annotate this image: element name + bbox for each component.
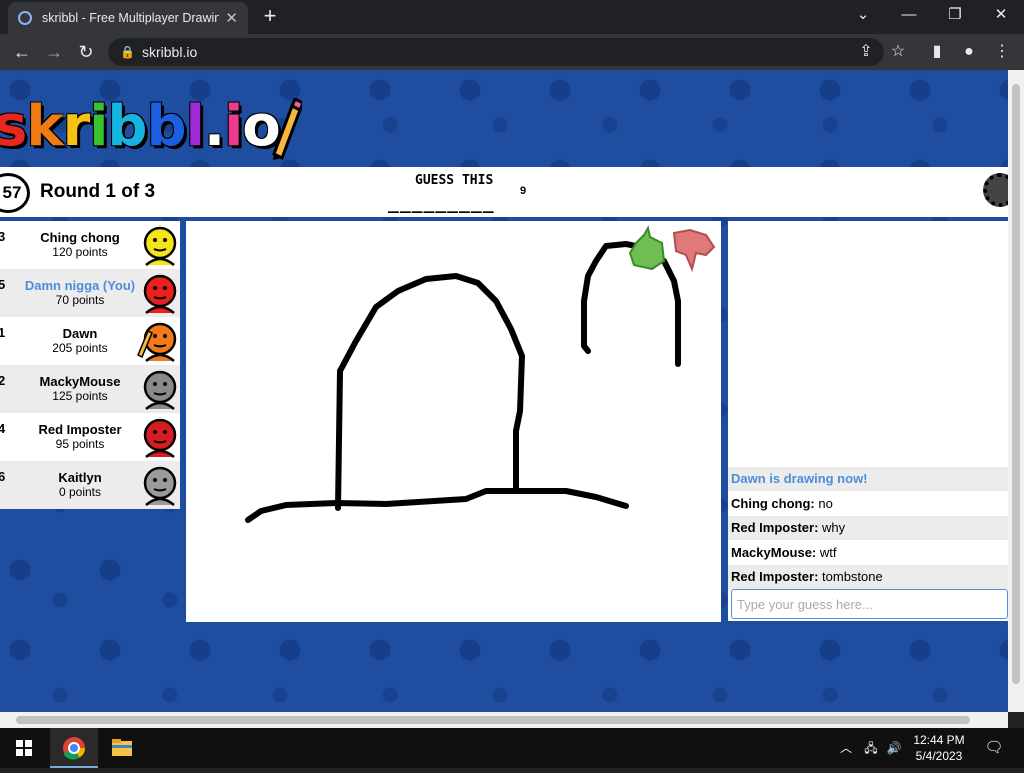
bookmark-star-icon[interactable]: ☆ [886,40,910,64]
player-avatar [136,225,178,267]
horizontal-scrollbar[interactable] [0,712,1008,728]
settings-gear-icon[interactable] [983,173,1008,207]
ground-line [245,488,629,523]
player-row[interactable]: 2 MackyMouse 125 points [0,365,180,413]
browser-menu-icon[interactable]: ⋮ [990,40,1014,64]
chat-message: MackyMouse: wtf [728,541,1008,565]
skribbl-favicon-icon [18,11,32,25]
chat-author: Red Imposter: [731,569,819,584]
player-avatar [136,417,178,459]
chat-text: no [814,495,833,511]
new-tab-button[interactable]: + [258,4,282,28]
logo-letter: i [224,94,243,159]
vertical-scrollbar[interactable] [1008,70,1024,712]
vertical-scrollbar-thumb[interactable] [1012,84,1020,684]
player-row[interactable]: 4 Red Imposter 95 points [0,413,180,461]
network-icon[interactable]: 🖧 [861,728,881,768]
pencil-logo-icon [272,98,302,160]
chat-author: Ching chong: [731,495,815,511]
lock-icon[interactable]: 🔒 [120,38,135,66]
player-avatar [136,369,178,411]
taskbar-date: 5/4/2023 [915,749,963,763]
logo-letter: k [26,94,63,159]
browser-tab-bar: skribbl - Free Multiplayer Drawing ✕ + ⌄… [0,0,1024,34]
chat-system-message: Dawn is drawing now! [728,467,1008,491]
windows-taskbar: ︿ 🖧 🔊 12:44 PM 5/4/2023 🗨 [0,728,1024,768]
chat-text: wtf [816,544,837,560]
logo-letter: . [203,94,225,159]
logo-letter: r [62,94,91,159]
restore-icon[interactable]: ❐ [932,0,978,30]
skribbl-logo: skribbl.io [0,94,281,159]
logo-letter: i [89,94,108,159]
side-panel-icon[interactable]: ▮ [925,40,949,64]
chat-message: Ching chong: no [728,492,1008,516]
profile-avatar-icon[interactable]: ● [957,40,981,64]
player-row[interactable]: 5 Damn nigga (You) 70 points [0,269,180,317]
player-avatar [136,273,178,315]
tab-close-icon[interactable]: ✕ [225,9,238,27]
player-avatar [136,465,178,507]
chat-message: Red Imposter: tombstone [728,565,1008,589]
volume-icon[interactable]: 🔊 [884,728,904,768]
drawing-strokes [245,241,681,523]
chat-panel: Dawn is drawing now! Ching chong: no Red I… [728,221,1008,621]
chrome-taskbar-icon[interactable] [50,728,98,768]
tab-title: skribbl - Free Multiplayer Drawing [42,11,220,25]
guess-this-label: GUESS THIS [415,173,494,188]
url-text: skribbl.io [142,44,198,60]
back-arrow-icon[interactable]: ← [10,40,34,64]
guess-input[interactable] [731,589,1008,619]
player-avatar [136,321,178,363]
notification-icon[interactable]: 🗨 [982,728,1006,768]
chat-text: why [818,520,846,535]
thumbs-up-icon[interactable] [628,225,666,271]
close-window-icon[interactable]: ✕ [978,0,1024,30]
taskbar-clock[interactable]: 12:44 PM 5/4/2023 [908,728,970,768]
browser-toolbar: ← → ↻ 🔒 skribbl.io ⇪ ☆ ▮ ● ⋮ [0,34,1024,70]
taskbar-time: 12:44 PM [913,733,965,747]
address-bar[interactable]: 🔒 skribbl.io [108,38,884,66]
player-row[interactable]: 6 Kaitlyn 0 points [0,461,180,509]
skribbl-page: skribbl.io 57 Round 1 of 3 GUESS THIS __… [0,70,1008,712]
timer-clock-icon: 57 [0,173,30,213]
chat-author: Red Imposter: [731,520,819,535]
logo-letter: s [0,94,27,159]
share-icon[interactable]: ⇪ [854,40,878,64]
player-row[interactable]: 3 Ching chong 120 points [0,221,180,269]
chat-author: MackyMouse: [731,544,817,560]
file-explorer-icon[interactable] [98,728,146,768]
logo-letter: l [185,94,205,159]
logo-letter: b [107,94,147,159]
tray-chevron-up-icon[interactable]: ︿ [838,728,854,768]
tombstone-outline [335,273,525,511]
forward-arrow-icon[interactable]: → [42,40,66,64]
word-length: 9 [520,185,527,197]
chat-message: Red Imposter: why [728,516,1008,540]
chat-text: tombstone [818,569,883,584]
tab-search-chevron-down-icon[interactable]: ⌄ [840,0,886,30]
minimize-icon[interactable]: — [886,0,932,30]
word-blanks: _________ [388,193,495,214]
browser-tab[interactable]: skribbl - Free Multiplayer Drawing ✕ [8,2,248,34]
logo-letter: b [146,94,187,159]
round-indicator: Round 1 of 3 [40,181,156,202]
reload-icon[interactable]: ↻ [74,40,98,64]
player-list: 3 Ching chong 120 points 5 Damn nigga (You) 7… [0,221,180,509]
thumbs-down-icon[interactable] [672,228,716,273]
windows-start-icon[interactable] [0,728,48,768]
horizontal-scrollbar-thumb[interactable] [16,716,970,724]
drawing-canvas[interactable] [186,221,721,622]
reaction-icons [628,225,716,273]
game-top-bar: 57 Round 1 of 3 GUESS THIS _________ 9 [0,167,1008,217]
player-row[interactable]: 1 Dawn 205 points [0,317,180,365]
